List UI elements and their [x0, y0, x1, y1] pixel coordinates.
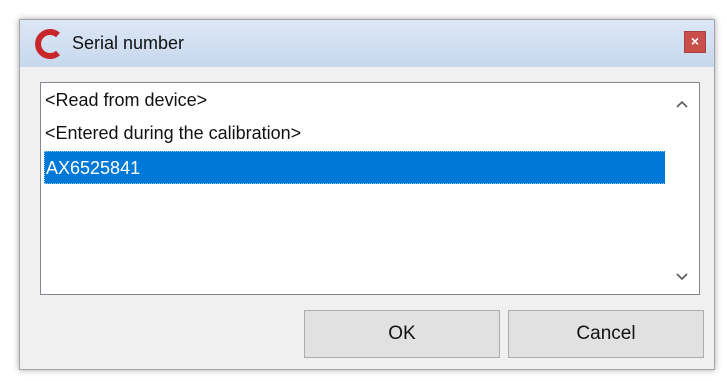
list-item-entered-during-calibration[interactable]: <Entered during the calibration>	[44, 117, 666, 150]
ok-button[interactable]: OK	[304, 310, 500, 358]
cancel-button[interactable]: Cancel	[508, 310, 704, 358]
scroll-up-arrow-icon[interactable]	[665, 91, 699, 115]
serial-number-list[interactable]: <Read from device> <Entered during the c…	[40, 82, 700, 295]
scroll-down-arrow-icon[interactable]	[665, 264, 699, 288]
close-icon: ×	[690, 33, 700, 49]
list-item-read-from-device[interactable]: <Read from device>	[44, 84, 666, 117]
close-button[interactable]: ×	[684, 31, 706, 53]
list-scrollbar[interactable]	[665, 83, 699, 294]
list-item-serial-selected[interactable]: AX6525841	[44, 151, 666, 184]
app-c-logo-icon	[35, 29, 60, 59]
dialog-title: Serial number	[72, 33, 185, 53]
title-bar[interactable]: Serial number ×	[20, 20, 714, 67]
serial-number-dialog: Serial number × <Read from device> <Ente…	[19, 19, 715, 370]
